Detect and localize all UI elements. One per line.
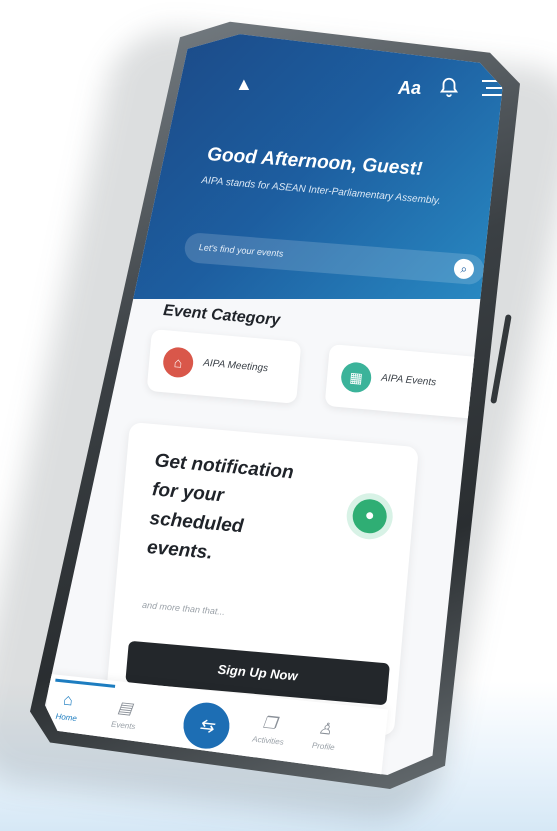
notification-subtitle: and more than that...	[141, 599, 226, 617]
notification-title: Get notification for your scheduled even…	[146, 450, 295, 564]
nav-item-profile[interactable]: ♙ Profile	[312, 718, 338, 752]
side-button	[490, 314, 512, 404]
category-card-meetings[interactable]: ⌂ AIPA Meetings	[146, 329, 302, 404]
activities-icon: ❐	[261, 714, 278, 733]
category-label: AIPA Events	[380, 372, 437, 389]
profile-icon: ♙	[317, 720, 334, 739]
home-icon: ⌂	[62, 691, 74, 710]
phone-mockup: ▲ Aa Good Afternoon, Guest! AIPA stands …	[30, 14, 530, 789]
nav-active-indicator	[55, 678, 116, 688]
nav-label: Activities	[251, 734, 285, 747]
nav-item-home[interactable]: ⌂ Home	[55, 691, 79, 723]
nav-item-activities[interactable]: ❐ Activities	[252, 712, 287, 747]
category-card-events[interactable]: ▦ AIPA Events	[324, 344, 490, 420]
nav-label: Profile	[311, 740, 336, 753]
calendar-icon: ▤	[116, 699, 134, 718]
scan-button[interactable]: ⇆	[181, 700, 232, 751]
nav-item-events[interactable]: ▤ Events	[111, 697, 139, 731]
category-title: Event Category	[162, 302, 281, 330]
scan-icon: ⇆	[197, 714, 216, 737]
nav-label: Events	[110, 719, 136, 732]
user-icon: ●	[351, 497, 389, 535]
category-label: AIPA Meetings	[202, 357, 269, 375]
nav-label: Home	[55, 711, 78, 724]
meeting-icon: ⌂	[161, 346, 195, 379]
events-icon: ▦	[339, 361, 373, 394]
